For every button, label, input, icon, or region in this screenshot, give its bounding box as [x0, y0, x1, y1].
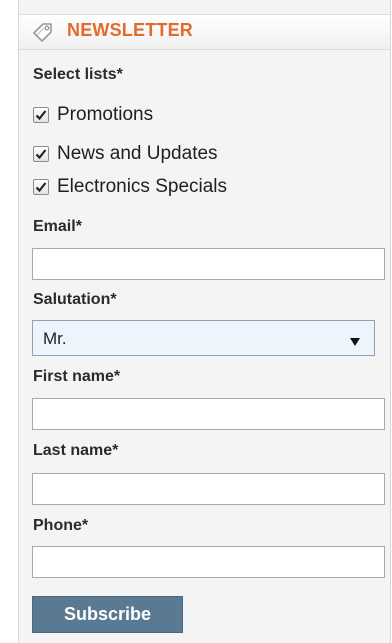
promotions-label: Promotions: [57, 104, 154, 125]
email-field[interactable]: [32, 248, 385, 280]
newsletter-header: NEWSLETTER: [19, 14, 390, 50]
salutation-selected-value: Mr.: [43, 329, 67, 348]
last-name-field[interactable]: [32, 473, 385, 505]
first-name-label: First name*: [33, 368, 121, 385]
promotions-checkbox[interactable]: [33, 107, 49, 123]
select-lists-label: Select lists*: [33, 66, 123, 83]
salutation-label: Salutation*: [33, 291, 117, 308]
salutation-select[interactable]: Mr.: [32, 320, 375, 356]
email-label: Email*: [33, 218, 82, 235]
news-and-updates-checkbox[interactable]: [33, 146, 49, 162]
news-and-updates-label: News and Updates: [57, 143, 218, 164]
first-name-field[interactable]: [32, 398, 385, 430]
newsletter-widget: NEWSLETTER Select lists* Promotions News…: [18, 0, 391, 643]
subscribe-button[interactable]: Subscribe: [32, 596, 183, 633]
phone-label: Phone*: [33, 517, 89, 534]
last-name-label: Last name*: [33, 442, 119, 459]
electronics-specials-checkbox[interactable]: [33, 179, 49, 195]
newsletter-title: NEWSLETTER: [67, 20, 193, 40]
dropdown-arrow-icon: [349, 334, 361, 346]
phone-field[interactable]: [32, 546, 385, 578]
tag-icon: [31, 21, 55, 43]
electronics-specials-label: Electronics Specials: [57, 176, 228, 197]
